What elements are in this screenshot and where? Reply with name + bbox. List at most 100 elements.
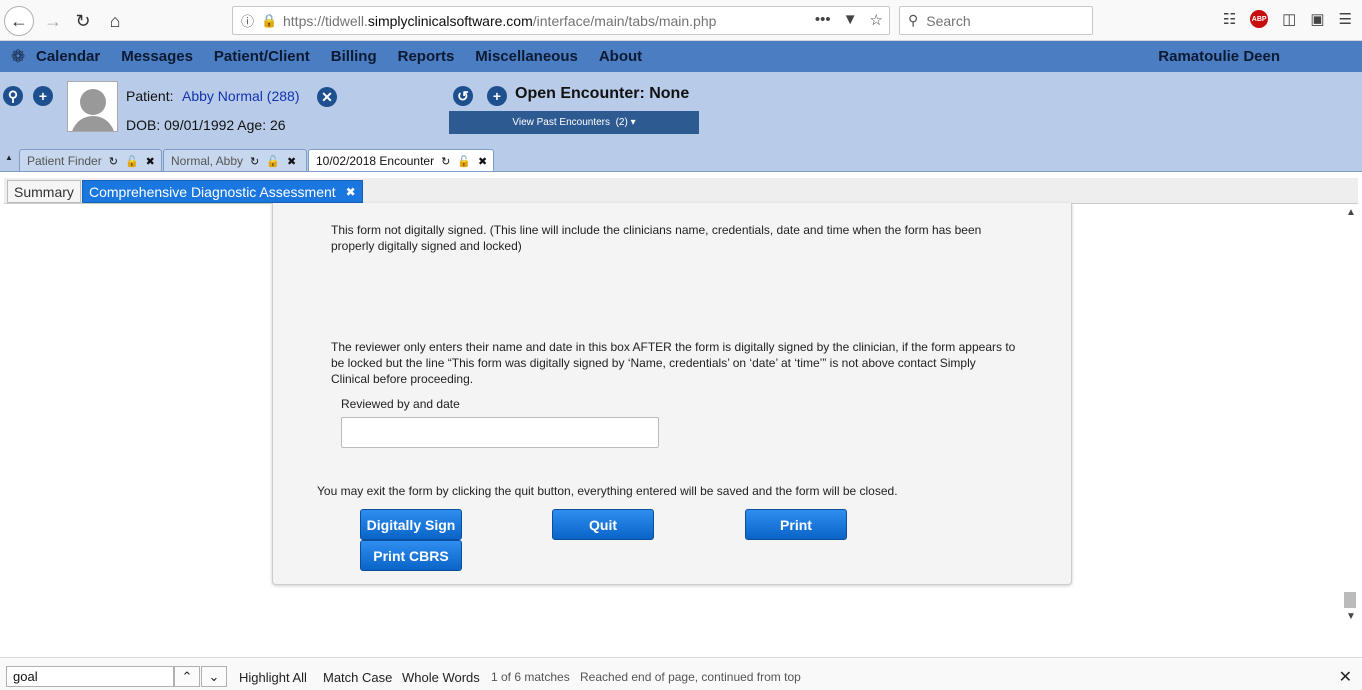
patient-search-icon[interactable]: ⚲ xyxy=(3,86,23,106)
subtab-summary[interactable]: Summary xyxy=(7,180,81,203)
find-bar: goal ⌃ ⌄ Highlight All Match Case Whole … xyxy=(0,657,1362,690)
home-icon: ⌂ xyxy=(109,10,121,31)
menu-reports[interactable]: Reports xyxy=(398,48,455,65)
signature-note: This form not digitally signed. (This li… xyxy=(331,223,982,253)
close-icon[interactable]: ✖ xyxy=(287,155,296,168)
subtab-cda-label: Comprehensive Diagnostic Assessment xyxy=(89,183,336,200)
unlock-icon[interactable]: 🔓 xyxy=(457,155,471,168)
refresh-icon[interactable]: ↻ xyxy=(109,155,118,168)
pocket-icon[interactable]: ▼ xyxy=(843,11,858,29)
menu-messages[interactable]: Messages xyxy=(121,48,193,65)
patient-name-link[interactable]: Abby Normal (288) xyxy=(182,88,300,104)
find-next-button[interactable]: ⌄ xyxy=(201,666,227,687)
hamburger-menu-icon[interactable]: ☰ xyxy=(1339,10,1352,28)
find-input[interactable]: goal xyxy=(6,666,174,687)
avatar xyxy=(67,81,118,132)
unlock-icon[interactable]: 🔓 xyxy=(266,155,280,168)
print-button[interactable]: Print xyxy=(745,509,847,540)
encounter-content: Summary Comprehensive Diagnostic Assessm… xyxy=(0,171,1362,657)
scroll-down-icon[interactable]: ▼ xyxy=(1346,611,1356,622)
add-patient-icon[interactable]: + xyxy=(33,86,53,106)
url-prefix: https://tidwell. xyxy=(283,12,368,29)
close-icon[interactable]: ✖ xyxy=(346,185,356,199)
arrow-left-icon: ← xyxy=(10,10,28,31)
subtab-comprehensive-assessment[interactable]: Comprehensive Diagnostic Assessment ✖ xyxy=(82,180,363,203)
view-past-encounters-button[interactable]: View Past Encounters (2) ▾ xyxy=(449,111,699,134)
home-button[interactable]: ⌂ xyxy=(100,6,130,36)
tab-label: Normal, Abby xyxy=(171,154,244,168)
highlight-all-toggle[interactable]: Highlight All xyxy=(239,670,307,685)
url-domain: simplyclinicalsoftware.com xyxy=(367,12,533,29)
reload-button[interactable]: ↻ xyxy=(68,6,98,36)
url-text[interactable]: https://tidwell.simplyclinicalsoftware.c… xyxy=(283,13,716,29)
reload-icon: ↻ xyxy=(75,10,91,31)
scroll-thumb[interactable] xyxy=(1344,592,1356,608)
digitally-sign-button[interactable]: Digitally Sign xyxy=(360,509,462,540)
refresh-icon[interactable]: ↻ xyxy=(250,155,259,168)
match-case-toggle[interactable]: Match Case xyxy=(323,670,392,685)
find-previous-button[interactable]: ⌃ xyxy=(174,666,200,687)
reviewed-by-input[interactable] xyxy=(341,417,659,448)
find-match-count: 1 of 6 matches xyxy=(491,670,570,684)
print-cbrs-button[interactable]: Print CBRS xyxy=(360,540,462,571)
tab-normal-abby[interactable]: Normal, Abby ↻ 🔓 ✖ xyxy=(163,149,307,172)
menu-about[interactable]: About xyxy=(599,48,642,65)
reviewed-by-label: Reviewed by and date xyxy=(341,397,460,411)
menu-miscellaneous[interactable]: Miscellaneous xyxy=(475,48,578,65)
tab-label: Patient Finder xyxy=(27,154,102,168)
close-icon[interactable]: ✕ xyxy=(1339,667,1352,687)
search-placeholder: Search xyxy=(926,12,971,29)
browser-search-input[interactable]: ⚲ Search xyxy=(899,6,1093,35)
chevron-up-icon: ⌃ xyxy=(181,668,193,684)
unlock-icon[interactable]: 🔓 xyxy=(125,155,139,168)
back-button[interactable]: ← xyxy=(4,6,34,36)
tab-encounter[interactable]: 10/02/2018 Encounter ↻ 🔓 ✖ xyxy=(308,149,494,172)
find-status: Reached end of page, continued from top xyxy=(580,670,801,684)
browser-toolbar: ← → ↻ ⌂ ⓘ 🔒 https://tidwell.simplyclinic… xyxy=(0,0,1362,41)
tab-label: 10/02/2018 Encounter xyxy=(316,154,435,168)
sidebar-icon[interactable]: ◫ xyxy=(1282,10,1296,28)
close-icon[interactable]: ✖ xyxy=(146,155,155,168)
menu-billing[interactable]: Billing xyxy=(331,48,377,65)
screenshot-icon[interactable]: ▣ xyxy=(1310,10,1324,28)
open-encounter: Open Encounter: None xyxy=(515,85,690,102)
assessment-form: This form not digitally signed. (This li… xyxy=(272,203,1072,585)
forward-button[interactable]: → xyxy=(38,6,68,36)
library-icon[interactable]: ☷ xyxy=(1223,10,1236,28)
subtab-summary-label: Summary xyxy=(14,183,74,200)
refresh-icon[interactable]: ↻ xyxy=(441,155,450,168)
vertical-scrollbar[interactable]: ▲ ▼ xyxy=(1342,205,1359,625)
past-encounters-label: View Past Encounters xyxy=(512,117,611,128)
past-encounters-count: (2) xyxy=(615,117,628,128)
menu-calendar[interactable]: Calendar xyxy=(36,48,100,65)
reviewer-note: The reviewer only enters their name and … xyxy=(331,340,1016,386)
whole-words-toggle[interactable]: Whole Words xyxy=(402,670,480,685)
lock-icon: 🔒 xyxy=(261,12,278,28)
close-icon[interactable]: ✖ xyxy=(478,155,487,168)
adblock-icon[interactable]: ABP xyxy=(1250,10,1269,28)
clear-patient-icon[interactable]: ✕ xyxy=(317,87,337,107)
encounter-history-icon[interactable]: ↺ xyxy=(453,86,473,106)
tab-patient-finder[interactable]: Patient Finder ↻ 🔓 ✖ xyxy=(19,149,162,172)
more-actions-icon[interactable]: ••• xyxy=(815,11,831,29)
info-icon[interactable]: ⓘ xyxy=(241,11,261,30)
chevron-down-icon: ⌄ xyxy=(208,668,220,684)
caret-down-icon: ▾ xyxy=(630,117,636,128)
patient-dob: DOB: 09/01/1992 Age: 26 xyxy=(126,117,286,133)
encounter-subtab-bar: Summary Comprehensive Diagnostic Assessm… xyxy=(4,178,1358,204)
url-bar[interactable]: ⓘ 🔒 https://tidwell.simplyclinicalsoftwa… xyxy=(232,6,890,35)
arrow-right-icon: → xyxy=(44,10,62,31)
current-user[interactable]: Ramatoulie Deen xyxy=(1158,48,1280,65)
bookmark-star-icon[interactable]: ☆ xyxy=(870,11,883,29)
exit-note: You may exit the form by clicking the qu… xyxy=(317,484,898,498)
quit-button[interactable]: Quit xyxy=(552,509,654,540)
scroll-up-icon[interactable]: ▲ xyxy=(1346,207,1356,218)
url-path: /interface/main/tabs/main.php xyxy=(532,12,717,29)
search-icon: ⚲ xyxy=(908,12,919,28)
adblock-label: ABP xyxy=(1251,15,1267,23)
patient-label: Patient: xyxy=(126,88,174,104)
collapse-arrow-icon[interactable]: ▲ xyxy=(5,153,13,162)
add-encounter-icon[interactable]: + xyxy=(487,86,507,106)
menu-patient-client[interactable]: Patient/Client xyxy=(214,48,310,65)
main-tab-strip: ▲ Patient Finder ↻ 🔓 ✖ Normal, Abby ↻ 🔓 … xyxy=(0,145,1362,172)
